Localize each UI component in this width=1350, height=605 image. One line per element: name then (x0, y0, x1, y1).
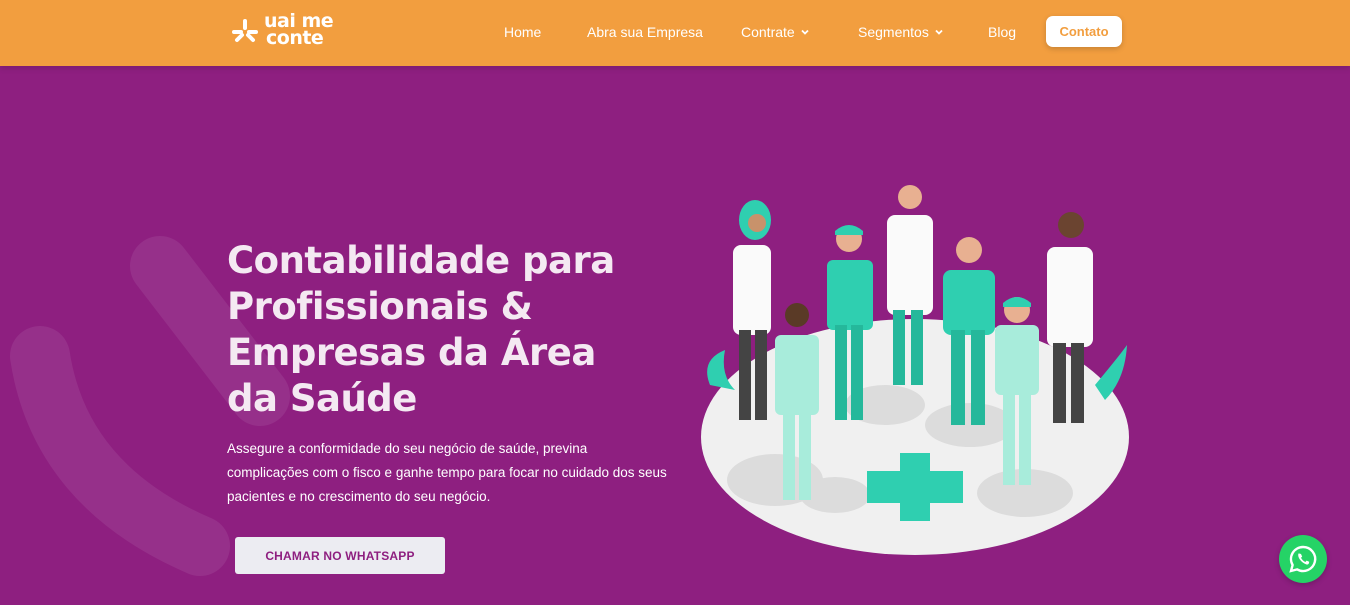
contact-button[interactable]: Contato (1046, 16, 1122, 47)
chevron-down-icon (935, 29, 943, 35)
hero-title: Contabilidade para Profissionais & Empre… (227, 239, 615, 420)
nav-contrate[interactable]: Contrate (741, 24, 809, 40)
logo-line-2: conte (266, 27, 324, 49)
nav-contrate-label: Contrate (741, 24, 795, 40)
site-logo[interactable]: uai me conte (232, 12, 334, 49)
logo-wordmark: uai me conte (264, 12, 334, 49)
nav-home-label: Home (504, 24, 542, 40)
nav-home[interactable]: Home (504, 24, 541, 40)
nav-blog[interactable]: Blog (988, 24, 1016, 40)
whatsapp-cta-button[interactable]: CHAMAR NO WHATSAPP (235, 537, 445, 574)
chevron-down-icon (801, 29, 809, 35)
whatsapp-icon (1289, 545, 1317, 573)
healthcare-team-illustration (701, 185, 1129, 555)
asterisk-logo-icon (232, 19, 258, 42)
nav-abra-label: Abra sua Empresa (587, 24, 703, 40)
nav-blog-label: Blog (988, 24, 1017, 40)
whatsapp-floating-button[interactable] (1279, 535, 1327, 583)
nav-abra-sua-empresa[interactable]: Abra sua Empresa (587, 24, 703, 40)
site-header: uai me conte Home Abra sua Empresa Contr… (0, 0, 1350, 66)
hero-description: Assegure a conformidade do seu negócio d… (227, 441, 667, 504)
nav-segmentos[interactable]: Segmentos (858, 24, 943, 40)
nav-segmentos-label: Segmentos (858, 24, 929, 40)
